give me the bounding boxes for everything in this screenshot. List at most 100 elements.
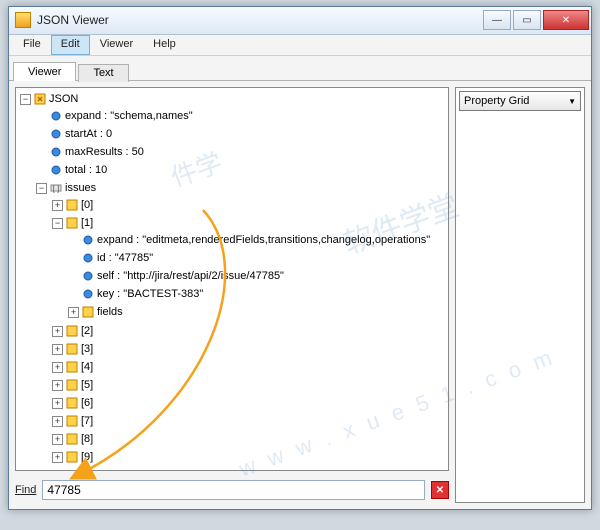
node-label: [7] <box>81 413 93 429</box>
array-icon: [ ] <box>49 181 63 195</box>
object-icon <box>65 198 79 212</box>
object-icon <box>65 378 79 392</box>
find-close-button[interactable]: ✕ <box>431 481 449 499</box>
tree-node-idx5[interactable]: + [5] <box>52 377 446 393</box>
expand-icon[interactable]: + <box>52 200 63 211</box>
value-icon <box>81 251 95 265</box>
node-label: maxResults : 50 <box>65 144 144 160</box>
find-label: Find <box>15 484 36 496</box>
node-label: id : "47785" <box>97 250 153 266</box>
tree-node-idx1-expand[interactable]: expand : "editmeta,renderedFields,transi… <box>68 232 446 248</box>
expand-icon[interactable]: + <box>52 434 63 445</box>
tree-view[interactable]: − JSON expand : "schema,names" startAt :… <box>15 87 449 471</box>
tree-node-issues[interactable]: −[ ] issues <box>36 180 446 196</box>
maximize-button[interactable]: ▭ <box>513 10 541 30</box>
svg-text:[ ]: [ ] <box>53 184 60 193</box>
tree-node-idx2[interactable]: + [2] <box>52 323 446 339</box>
menu-viewer[interactable]: Viewer <box>90 35 143 56</box>
property-grid-header[interactable]: Property Grid ▼ <box>459 91 581 111</box>
object-icon <box>65 216 79 230</box>
node-label: [4] <box>81 359 93 375</box>
titlebar: JSON Viewer — ▭ ✕ <box>9 7 591 35</box>
node-label: JSON <box>49 91 78 107</box>
value-icon <box>81 269 95 283</box>
object-icon <box>65 450 79 464</box>
node-label: expand : "schema,names" <box>65 108 193 124</box>
object-icon <box>65 414 79 428</box>
spacer <box>36 111 47 122</box>
node-label: [6] <box>81 395 93 411</box>
tree-node-idx1-key[interactable]: key : "BACTEST-383" <box>68 286 446 302</box>
node-label: [3] <box>81 341 93 357</box>
collapse-icon[interactable]: − <box>36 183 47 194</box>
object-icon <box>81 305 95 319</box>
value-icon <box>49 145 63 159</box>
tree-node-idx4[interactable]: + [4] <box>52 359 446 375</box>
collapse-icon[interactable]: − <box>20 94 31 105</box>
content-area: − JSON expand : "schema,names" startAt :… <box>9 80 591 509</box>
tree-node-root[interactable]: − JSON <box>20 91 446 107</box>
tree-node-idx1-id[interactable]: id : "47785" <box>68 250 446 266</box>
tabstrip: Viewer Text <box>9 56 591 80</box>
object-icon <box>65 324 79 338</box>
tree-node-idx1-self[interactable]: self : "http://jira/rest/api/2/issue/477… <box>68 268 446 284</box>
minimize-button[interactable]: — <box>483 10 511 30</box>
node-label: [2] <box>81 323 93 339</box>
menu-help[interactable]: Help <box>143 35 186 56</box>
object-icon <box>65 396 79 410</box>
tab-text[interactable]: Text <box>78 64 128 82</box>
object-icon <box>65 342 79 356</box>
property-grid[interactable]: Property Grid ▼ <box>455 87 585 503</box>
find-bar: Find ✕ <box>15 477 449 503</box>
tab-viewer[interactable]: Viewer <box>13 62 76 81</box>
app-window: JSON Viewer — ▭ ✕ File Edit Viewer Help … <box>8 6 592 510</box>
value-icon <box>81 287 95 301</box>
tree-node-idx1-fields[interactable]: + fields <box>68 304 446 320</box>
node-label: fields <box>97 304 123 320</box>
tree-node-idx0[interactable]: + [0] <box>52 197 446 213</box>
tree-node-total[interactable]: total : 10 <box>36 162 446 178</box>
node-label: startAt : 0 <box>65 126 112 142</box>
value-icon <box>81 233 95 247</box>
close-button[interactable]: ✕ <box>543 10 589 30</box>
tree-node-idx6[interactable]: + [6] <box>52 395 446 411</box>
tree-node-idx7[interactable]: + [7] <box>52 413 446 429</box>
expand-icon[interactable]: + <box>52 398 63 409</box>
node-label: self : "http://jira/rest/api/2/issue/477… <box>97 268 284 284</box>
menu-file[interactable]: File <box>13 35 51 56</box>
expand-icon[interactable]: + <box>52 362 63 373</box>
object-icon <box>33 92 47 106</box>
property-grid-title: Property Grid <box>464 95 529 107</box>
object-icon <box>65 432 79 446</box>
node-label: [8] <box>81 431 93 447</box>
node-label: issues <box>65 180 96 196</box>
window-buttons: — ▭ ✕ <box>481 10 589 30</box>
value-icon <box>49 109 63 123</box>
tree-node-startat[interactable]: startAt : 0 <box>36 126 446 142</box>
node-label: [0] <box>81 197 93 213</box>
tree-node-idx9[interactable]: + [9] <box>52 449 446 465</box>
node-label: key : "BACTEST-383" <box>97 286 203 302</box>
tree-node-idx3[interactable]: + [3] <box>52 341 446 357</box>
expand-icon[interactable]: + <box>68 307 79 318</box>
collapse-icon[interactable]: − <box>52 218 63 229</box>
expand-icon[interactable]: + <box>52 416 63 427</box>
left-pane: − JSON expand : "schema,names" startAt :… <box>15 87 449 503</box>
expand-icon[interactable]: + <box>52 326 63 337</box>
tree-node-expand[interactable]: expand : "schema,names" <box>36 108 446 124</box>
menubar: File Edit Viewer Help <box>9 35 591 57</box>
tree-node-maxresults[interactable]: maxResults : 50 <box>36 144 446 160</box>
expand-icon[interactable]: + <box>52 452 63 463</box>
node-label: [5] <box>81 377 93 393</box>
tree-node-idx8[interactable]: + [8] <box>52 431 446 447</box>
tree-node-idx1[interactable]: − [1] <box>52 215 446 231</box>
object-icon <box>65 360 79 374</box>
expand-icon[interactable]: + <box>52 344 63 355</box>
chevron-down-icon: ▼ <box>568 97 576 106</box>
app-icon <box>15 12 31 28</box>
node-label: [9] <box>81 449 93 465</box>
find-input[interactable] <box>42 480 425 500</box>
menu-edit[interactable]: Edit <box>51 35 90 56</box>
node-label: [1] <box>81 215 93 231</box>
expand-icon[interactable]: + <box>52 380 63 391</box>
